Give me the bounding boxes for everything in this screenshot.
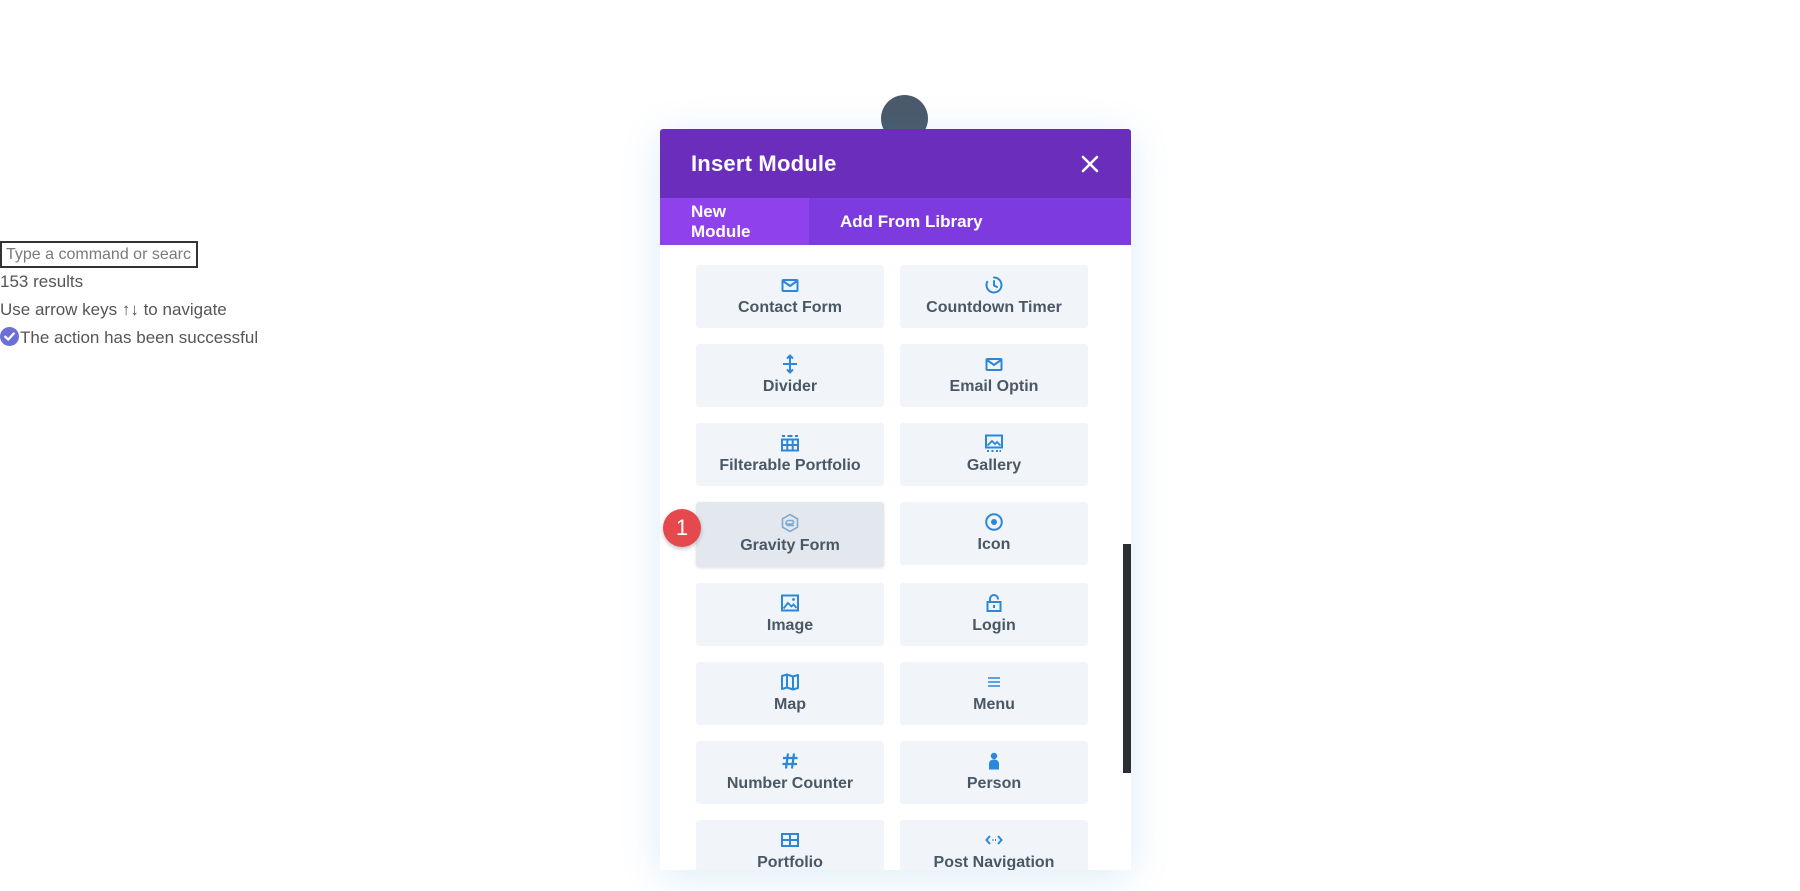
module-grid: Contact Form Countdown Timer Divider Ema…	[696, 265, 1088, 870]
module-label: Number Counter	[726, 775, 854, 792]
module-map[interactable]: Map	[696, 662, 884, 725]
module-divider[interactable]: Divider	[696, 344, 884, 407]
tab-add-from-library[interactable]: Add From Library	[809, 198, 1014, 245]
command-search-input[interactable]	[0, 241, 198, 268]
module-email-optin[interactable]: Email Optin	[900, 344, 1088, 407]
menu-icon	[988, 677, 1000, 687]
close-icon[interactable]	[1079, 153, 1101, 175]
module-label: Divider	[762, 378, 818, 395]
envelope-icon	[781, 279, 799, 292]
module-label: Image	[766, 617, 814, 634]
success-message: The action has been successful	[0, 324, 300, 352]
results-count: 153 results	[0, 272, 84, 291]
module-label: Gravity Form	[740, 537, 840, 554]
timer-icon	[985, 276, 1003, 294]
module-label: Icon	[977, 536, 1011, 553]
hash-icon	[782, 753, 798, 769]
navigation-hint: Use arrow keys ↑↓ to navigate	[0, 300, 227, 319]
modal-header: Insert Module	[660, 129, 1131, 198]
module-filterable-portfolio[interactable]: Filterable Portfolio	[696, 423, 884, 486]
module-label: Post Navigation	[933, 854, 1055, 870]
module-menu[interactable]: Menu	[900, 662, 1088, 725]
step-badge: 1	[663, 509, 701, 547]
gallery-icon	[985, 434, 1003, 452]
modal-title: Insert Module	[691, 150, 837, 176]
module-icon[interactable]: Icon	[900, 502, 1088, 565]
module-portfolio[interactable]: Portfolio	[696, 820, 884, 870]
divider-icon	[783, 354, 797, 374]
module-label: Map	[774, 696, 806, 713]
success-text: The action has been successful	[20, 328, 259, 347]
module-label: Gallery	[966, 457, 1022, 474]
module-label: Portfolio	[757, 854, 823, 870]
module-image[interactable]: Image	[696, 583, 884, 646]
module-gallery[interactable]: Gallery	[900, 423, 1088, 486]
gravity-forms-icon	[781, 513, 799, 533]
person-icon	[989, 752, 999, 770]
module-list-scrollbar[interactable]	[1123, 544, 1131, 773]
module-label: Email Optin	[949, 378, 1039, 395]
post-navigation-icon	[985, 835, 1003, 845]
map-icon	[781, 673, 799, 691]
star-circle-icon	[985, 513, 1003, 531]
image-icon	[781, 594, 799, 612]
insert-module-modal: Insert Module New Module Add From Librar…	[660, 129, 1131, 870]
module-post-navigation[interactable]: Post Navigation	[900, 820, 1088, 870]
module-number-counter[interactable]: Number Counter	[696, 741, 884, 804]
module-countdown-timer[interactable]: Countdown Timer	[900, 265, 1088, 328]
tab-new-module[interactable]: New Module	[660, 198, 809, 245]
module-label: Person	[966, 775, 1022, 792]
module-label: Login	[972, 617, 1016, 634]
command-palette: 153 results Use arrow keys ↑↓ to navigat…	[0, 241, 300, 352]
module-list[interactable]: Contact Form Countdown Timer Divider Ema…	[660, 245, 1131, 870]
envelope-icon	[985, 358, 1003, 371]
module-label: Menu	[973, 696, 1015, 713]
filterable-grid-icon	[781, 435, 799, 452]
module-label: Filterable Portfolio	[719, 457, 861, 474]
module-contact-form[interactable]: Contact Form	[696, 265, 884, 328]
module-login[interactable]: Login	[900, 583, 1088, 646]
check-circle-icon	[0, 326, 19, 346]
module-person[interactable]: Person	[900, 741, 1088, 804]
modal-tabs: New Module Add From Library	[660, 198, 1131, 245]
module-label: Countdown Timer	[926, 299, 1062, 316]
module-label: Contact Form	[738, 299, 842, 316]
module-gravity-form[interactable]: Gravity Form	[696, 502, 884, 567]
grid-icon	[781, 833, 799, 847]
unlock-icon	[986, 594, 1002, 612]
